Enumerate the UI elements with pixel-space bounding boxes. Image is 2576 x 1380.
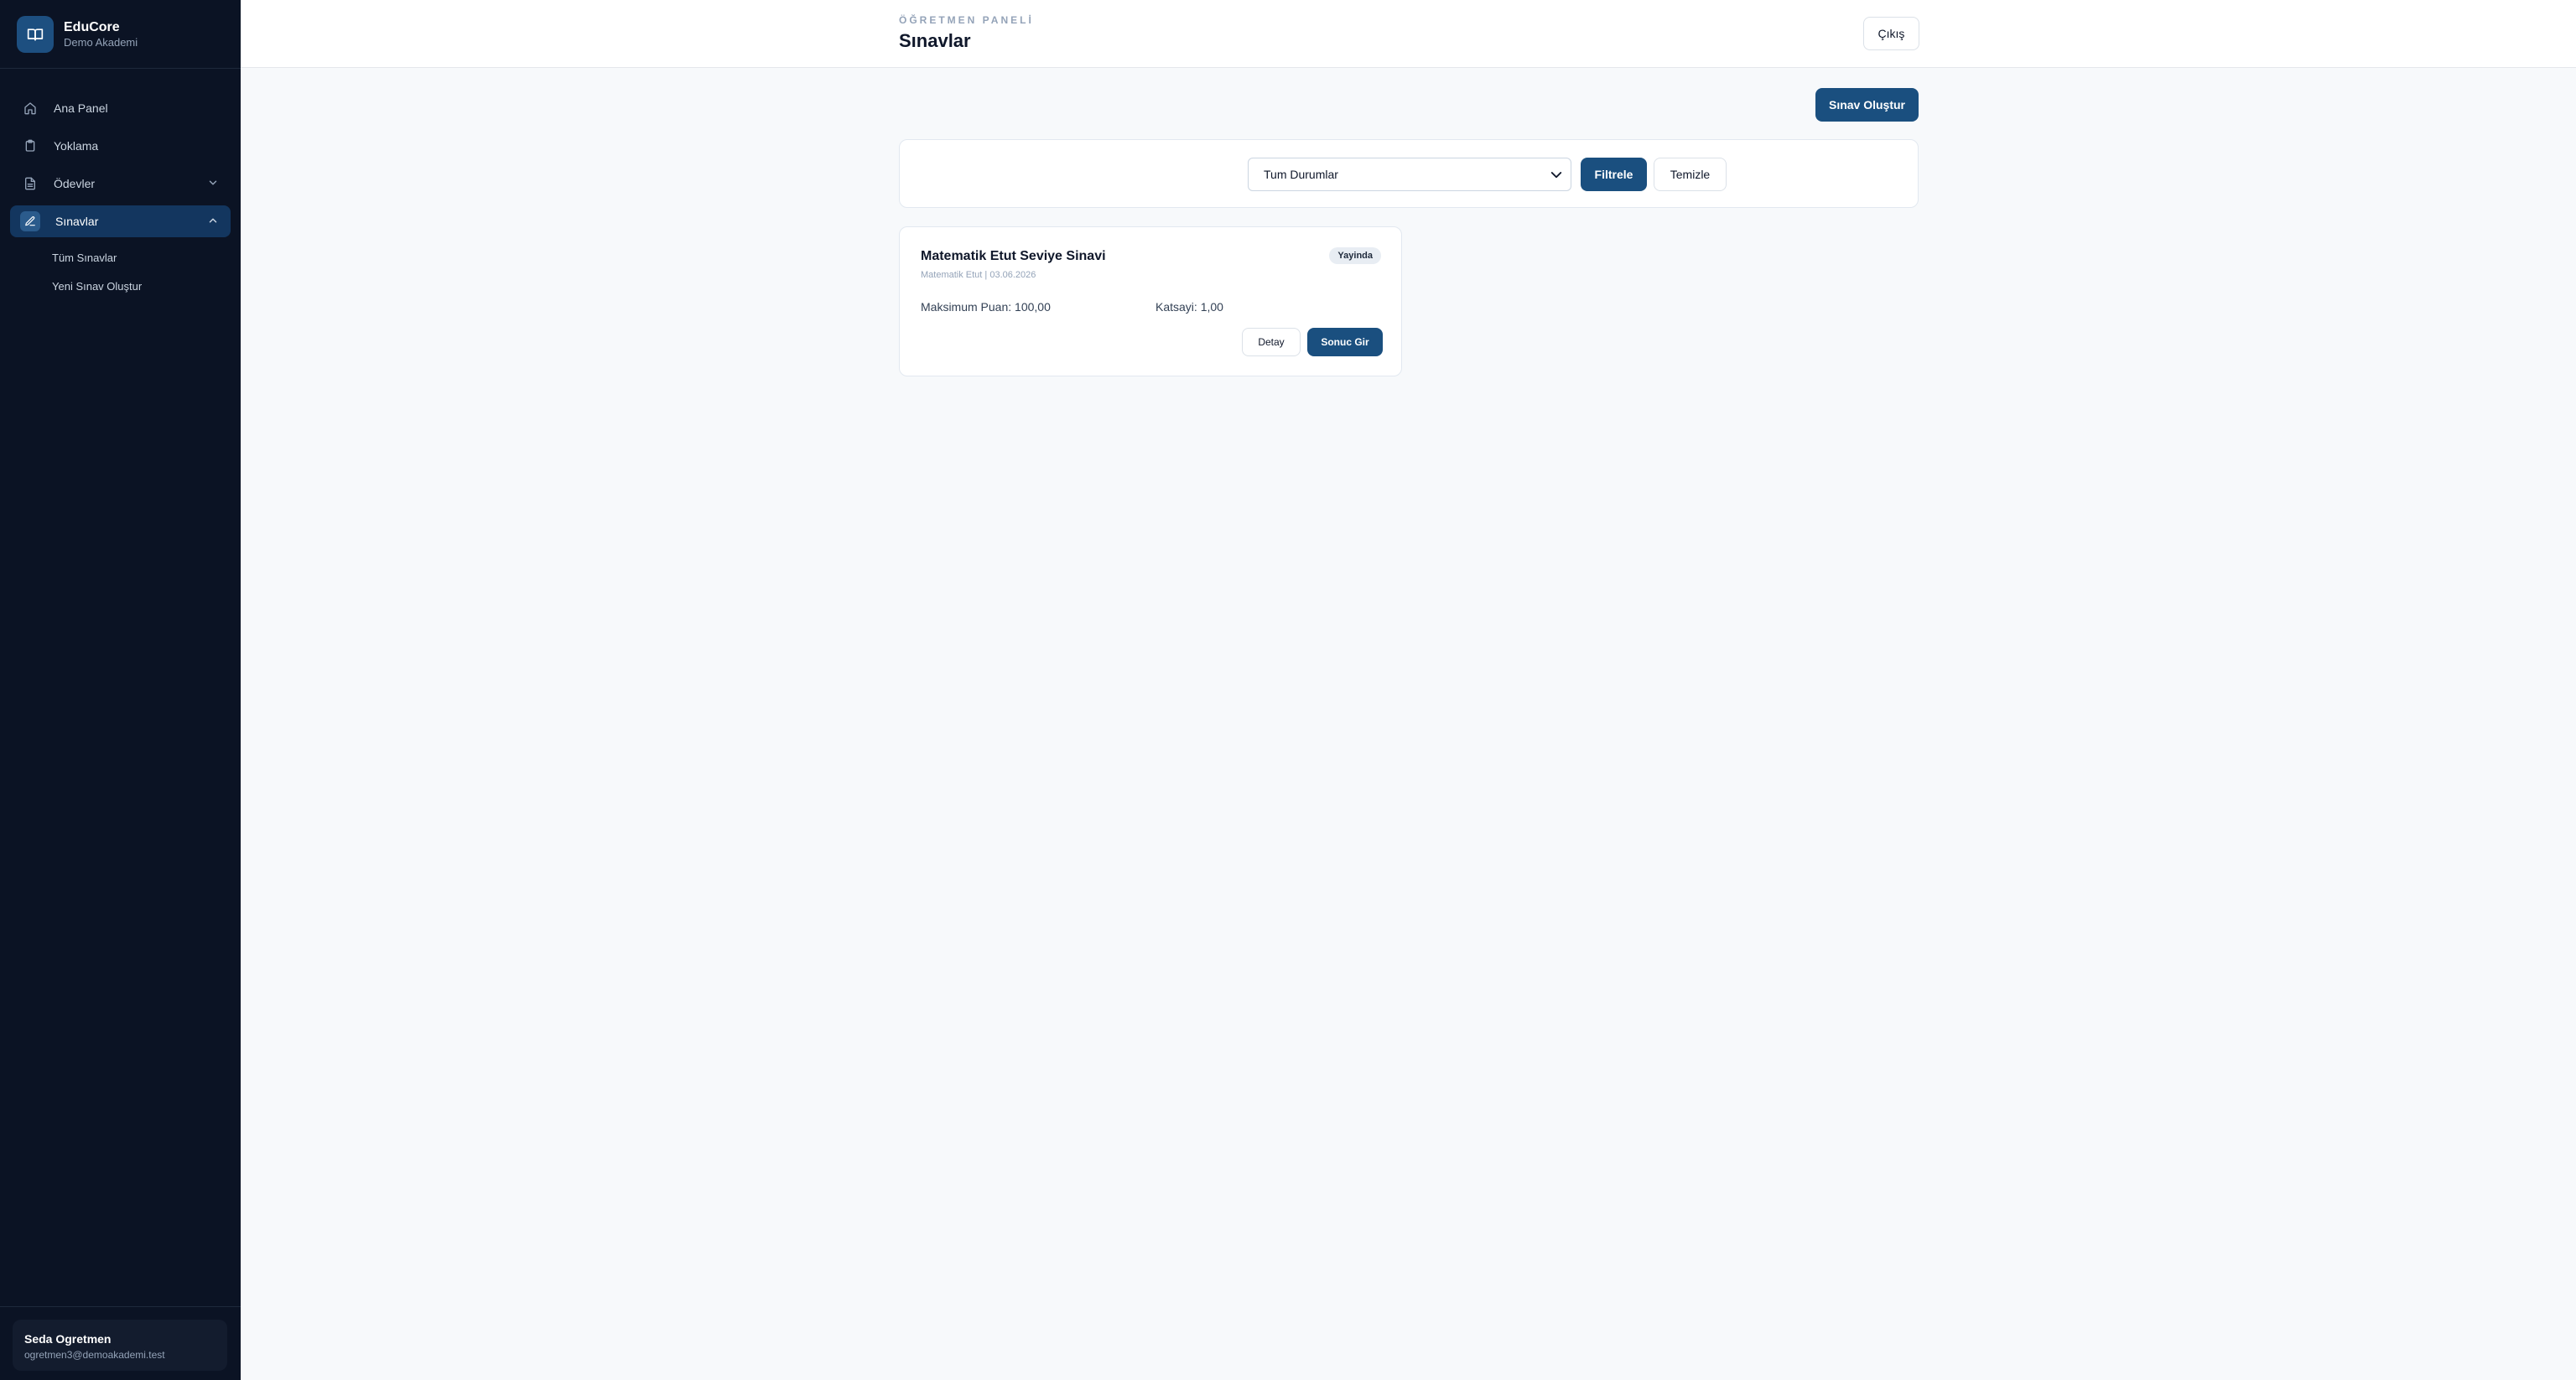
clear-button[interactable]: Temizle (1654, 158, 1727, 191)
brand-subtitle: Demo Akademi (64, 35, 138, 49)
sidebar: EduCore Demo Akademi Ana Panel Yoklama Ö… (0, 0, 241, 1380)
create-exam-button[interactable]: Sınav Oluştur (1815, 88, 1919, 122)
filter-button[interactable]: Filtrele (1581, 158, 1647, 191)
sidebar-item-label: Yoklama (54, 139, 99, 153)
chevron-up-icon (207, 215, 219, 231)
sidebar-item-ana-panel[interactable]: Ana Panel (10, 92, 231, 124)
user-email: ogretmen3@demoakademi.test (24, 1349, 165, 1361)
detail-button[interactable]: Detay (1242, 328, 1301, 356)
page-title: Sınavlar (899, 30, 971, 51)
top-header: ÖĞRETMEN PANELİ Sınavlar Çıkış (241, 0, 2576, 68)
sidebar-item-sinavlar[interactable]: Sınavlar (10, 205, 231, 237)
exam-coefficient: Katsayi: 1,00 (1156, 300, 1223, 314)
status-badge: Yayinda (1329, 247, 1381, 264)
status-select-value: Tum Durumlar (1264, 168, 1338, 181)
document-icon (22, 175, 39, 192)
sidebar-item-yoklama[interactable]: Yoklama (10, 130, 231, 162)
exam-card: Matematik Etut Seviye Sinavi Matematik E… (899, 226, 1402, 376)
divider (0, 1306, 241, 1307)
clipboard-icon (22, 137, 39, 154)
logout-button[interactable]: Çıkış (1863, 17, 1919, 50)
exam-title: Matematik Etut Seviye Sinavi (921, 249, 1106, 263)
page-eyebrow: ÖĞRETMEN PANELİ (899, 14, 1034, 26)
exam-max-score: Maksimum Puan: 100,00 (921, 300, 1051, 314)
user-name: Seda Ogretmen (24, 1332, 112, 1346)
brand-name: EduCore (64, 19, 120, 34)
status-select[interactable]: Tum Durumlar (1248, 158, 1571, 191)
enter-result-button[interactable]: Sonuc Gir (1307, 328, 1383, 356)
sidebar-subitem-yeni-sinav[interactable]: Yeni Sınav Oluştur (52, 272, 241, 300)
home-icon (22, 100, 39, 117)
brand[interactable]: EduCore Demo Akademi (0, 0, 241, 69)
book-open-icon (17, 15, 54, 53)
chevron-down-icon (1549, 168, 1564, 185)
sidebar-item-label: Sınavlar (55, 215, 99, 228)
sidebar-item-label: Ana Panel (54, 101, 108, 115)
sidebar-item-label: Ödevler (54, 177, 96, 190)
filter-bar: Tum Durumlar Filtrele Temizle (899, 139, 1919, 208)
chevron-down-icon (207, 177, 219, 193)
exam-meta: Matematik Etut | 03.06.2026 (921, 270, 1036, 280)
edit-icon (20, 211, 40, 231)
sidebar-subitem-tum-sinavlar[interactable]: Tüm Sınavlar (52, 243, 241, 272)
sidebar-nav: Ana Panel Yoklama Ödevler Sınavlar Tüm S… (0, 69, 241, 300)
user-card[interactable]: Seda Ogretmen ogretmen3@demoakademi.test (13, 1320, 227, 1371)
sidebar-item-odevler[interactable]: Ödevler (10, 168, 231, 200)
